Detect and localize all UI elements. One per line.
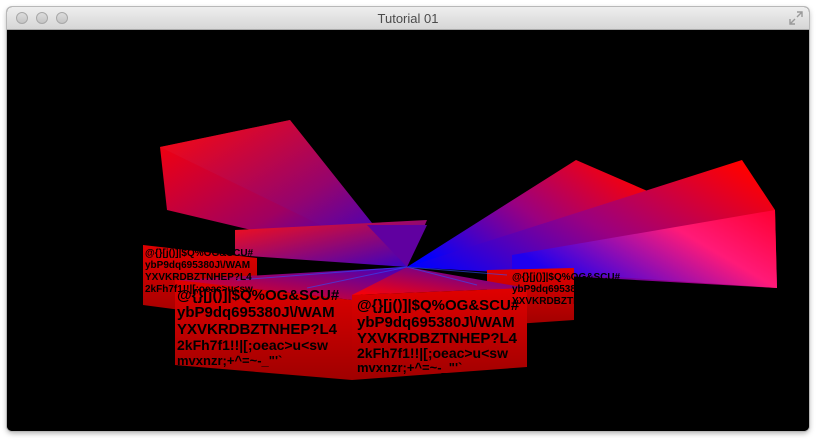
tex-front-left-4: 2kFh7f1!!|[;oeac>u<sw [177,337,328,353]
tex-front-left-5: mvxnzr;+^=~-_"'` [177,353,282,368]
tex-front-left-2: ybP9dq695380J\/WAM [177,304,335,321]
tex-front-right-5: mvxnzr;+^=~-_"'` [357,360,462,375]
render-viewport[interactable]: @{}[j()]|$Q%OG&SCU# ybP9dq695380J\/WAM Y… [7,30,809,431]
tex-front-right-1: @{}[j()]|$Q%OG&SCU# [357,297,520,314]
tex-front-left-1: @{}[j()]|$Q%OG&SCU# [177,287,340,304]
tex-right-back-1: @{}[j()]|$Q%OG&SCU# [512,272,621,283]
title-bar[interactable]: Tutorial 01 [7,7,809,30]
tex-left-back-2: ybP9dq695380J\/WAM [145,260,250,271]
tex-left-back-3: YXVKRDBZTNHEP?L4 [145,272,252,283]
window-title: Tutorial 01 [377,11,439,26]
fullscreen-icon[interactable] [789,11,803,25]
tex-front-right-2: ybP9dq695380J\/WAM [357,314,515,331]
tex-front-right-4: 2kFh7f1!!|[;oeac>u<sw [357,345,508,361]
tex-front-left-3: YXVKRDBZTNHEP?L4 [177,321,338,338]
tex-right-back-2: ybP9dq695380J\/WAM [512,284,617,295]
scene-canvas: @{}[j()]|$Q%OG&SCU# ybP9dq695380J\/WAM Y… [143,120,777,380]
tex-right-back-3: YXVKRDBZTNHEP?L4 [512,296,619,307]
app-window: Tutorial 01 @{}[j()]|$Q%OG&SCU# ybP9dq69… [7,7,809,431]
tex-left-back-1: @{}[j()]|$Q%OG&SCU# [145,248,254,259]
